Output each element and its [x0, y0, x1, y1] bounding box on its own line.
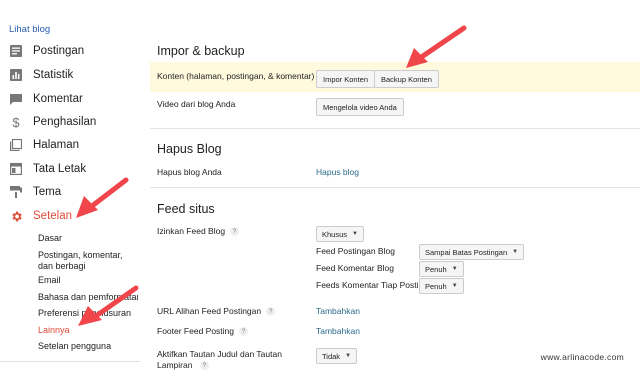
main-content: Impor & backup Konten (halaman, postinga… [150, 0, 640, 371]
posts-icon [9, 44, 23, 58]
section-title-delete-blog: Hapus Blog [157, 142, 222, 156]
add-footer-link[interactable]: Tambahkan [316, 326, 360, 336]
sidebar-item-layout[interactable]: Tata Letak [9, 160, 86, 178]
sidebar-item-earnings[interactable]: $ Penghasilan [9, 113, 96, 131]
sidebar-item-comments[interactable]: Komentar [9, 90, 83, 108]
help-icon[interactable]: ? [230, 227, 240, 237]
help-icon[interactable]: ? [199, 361, 209, 371]
stats-icon [9, 68, 23, 82]
per-post-feed-label: Feeds Komentar Tiap Posting [316, 280, 428, 290]
post-feed-select[interactable]: Sampai Batas Postingan ▼ [419, 244, 525, 260]
sidebar-item-pages[interactable]: Halaman [9, 136, 79, 154]
section-title-import-backup: Impor & backup [157, 44, 245, 58]
footer-feed-label-text: Footer Feed Posting [157, 326, 235, 336]
settings-icon [9, 209, 23, 223]
backup-content-button[interactable]: Backup Konten [374, 70, 439, 88]
comment-feed-label: Feed Komentar Blog [316, 263, 394, 273]
sidebar-item-label: Penghasilan [33, 116, 97, 128]
chevron-down-icon: ▼ [352, 231, 358, 237]
subitem-language-formatting[interactable]: Bahasa dan pemformatan [38, 292, 138, 303]
subitem-user-settings[interactable]: Setelan pengguna [38, 341, 111, 352]
subitem-posts-comments-sharing[interactable]: Postingan, komentar, dan berbagi [38, 250, 136, 272]
subitem-other[interactable]: Lainnya [38, 325, 70, 336]
allow-feed-label: Izinkan Feed Blog? [157, 226, 240, 237]
import-content-button[interactable]: Impor Konten [316, 70, 376, 88]
sidebar-item-label: Komentar [33, 93, 83, 105]
earnings-icon: $ [12, 114, 20, 130]
sidebar-item-settings[interactable]: Setelan [9, 207, 72, 225]
sidebar-item-label: Setelan [33, 210, 73, 222]
video-label: Video dari blog Anda [157, 99, 236, 109]
chevron-down-icon: ▼ [451, 283, 458, 289]
allow-feed-label-text: Izinkan Feed Blog [157, 226, 226, 236]
post-feed-label: Feed Postingan Blog [316, 246, 395, 256]
subitem-email[interactable]: Email [38, 275, 61, 286]
delete-blog-link[interactable]: Hapus blog [316, 167, 359, 177]
per-post-feed-select[interactable]: Penuh ▼ [419, 278, 464, 294]
title-links-label-text: Aktifkan Tautan Judul dan Tautan Lampira… [157, 349, 282, 370]
sidebar-item-stats[interactable]: Statistik [9, 66, 73, 84]
sidebar-item-label: Postingan [33, 45, 85, 57]
sidebar-item-label: Halaman [33, 139, 80, 151]
sidebar-item-label: Statistik [33, 69, 74, 81]
sidebar-item-posts[interactable]: Postingan [9, 42, 84, 60]
allow-feed-value: Khusus [322, 229, 348, 239]
chevron-down-icon: ▼ [345, 353, 352, 359]
redirect-feed-label-text: URL Alihan Feed Postingan [157, 306, 262, 316]
per-post-feed-value: Penuh [425, 281, 447, 291]
sidebar-item-theme[interactable]: Tema [9, 183, 61, 201]
title-links-label: Aktifkan Tautan Judul dan Tautan Lampira… [157, 349, 312, 371]
chevron-down-icon: ▼ [512, 249, 519, 255]
delete-blog-label: Hapus blog Anda [157, 167, 222, 177]
allow-feed-select[interactable]: Khusus ▼ [316, 226, 364, 242]
redirect-feed-label: URL Alihan Feed Postingan? [157, 306, 276, 317]
layout-icon [9, 162, 23, 176]
manage-video-button[interactable]: Mengelola video Anda [316, 98, 404, 116]
subitem-search-preferences[interactable]: Preferensi penelusuran [38, 308, 138, 319]
comment-feed-value: Penuh [425, 264, 447, 274]
help-icon[interactable]: ? [239, 327, 249, 337]
sidebar-divider [0, 361, 140, 362]
watermark: www.arlinacode.com [540, 352, 624, 362]
help-icon[interactable]: ? [266, 307, 276, 317]
theme-icon [9, 185, 23, 199]
add-redirect-link[interactable]: Tambahkan [316, 306, 360, 316]
footer-feed-label: Footer Feed Posting? [157, 326, 249, 337]
section-title-feed: Feed situs [157, 202, 215, 216]
sidebar-item-label: Tata Letak [33, 163, 87, 175]
comments-icon [9, 92, 23, 106]
section-divider [150, 128, 640, 129]
sidebar: Lihat blog Postingan Statistik Komentar … [0, 0, 140, 371]
chevron-down-icon: ▼ [451, 266, 458, 272]
title-links-select[interactable]: Tidak ▼ [316, 348, 358, 364]
view-blog-link[interactable]: Lihat blog [9, 24, 50, 35]
subitem-basic[interactable]: Dasar [38, 233, 62, 244]
title-links-value: Tidak [322, 351, 341, 361]
post-feed-value: Sampai Batas Postingan [425, 247, 508, 257]
comment-feed-select[interactable]: Penuh ▼ [419, 261, 464, 277]
sidebar-item-label: Tema [33, 186, 62, 198]
pages-icon [9, 138, 23, 152]
content-label: Konten (halaman, postingan, & komentar) [157, 71, 315, 81]
section-divider [150, 187, 640, 188]
